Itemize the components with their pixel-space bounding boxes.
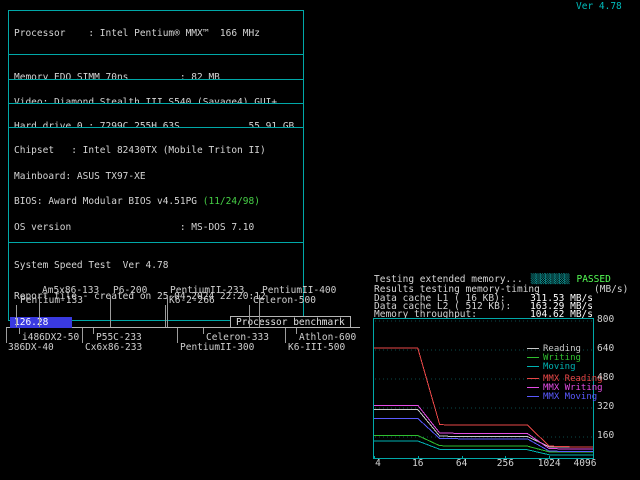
x-axis-label: 1024	[538, 460, 561, 469]
benchmark-cpu-label: P6-200	[113, 287, 147, 296]
benchmark-score: 126.28	[10, 317, 72, 328]
benchmark-tick	[177, 328, 178, 343]
y-axis-label: 480	[597, 374, 614, 383]
bios-date: (11/24/98)	[203, 196, 260, 207]
benchmark-tick	[16, 305, 17, 327]
x-axis-tick	[593, 456, 594, 459]
legend-label: Moving	[543, 362, 576, 372]
benchmark-tick	[296, 328, 297, 334]
bios-text: BIOS: Award Modular BIOS v4.51PG	[14, 196, 203, 207]
os-version-line: OS version : MS-DOS 7.10	[14, 224, 298, 233]
series-line-mmx-writing	[374, 405, 593, 449]
y-axis-label: 320	[597, 403, 614, 412]
legend-swatch	[527, 348, 539, 349]
benchmark-tick	[167, 295, 168, 327]
report-title: System Speed Test Ver 4.78	[14, 262, 298, 271]
system-info-box: Chipset : Intel 82430TX (Mobile Triton I…	[8, 127, 304, 252]
legend-swatch	[527, 357, 539, 358]
legend-row: Moving	[527, 363, 603, 372]
benchmark-tick	[82, 328, 83, 343]
chipset-line: Chipset : Intel 82430TX (Mobile Triton I…	[14, 147, 298, 156]
x-axis-tick	[505, 456, 506, 459]
series-line-moving	[374, 441, 593, 455]
x-axis-label: 64	[456, 460, 467, 469]
benchmark-tick	[93, 328, 94, 334]
bios-line: BIOS: Award Modular BIOS v4.51PG (11/24/…	[14, 198, 298, 207]
benchmark-tick	[110, 295, 111, 327]
benchmark-tick	[165, 305, 166, 327]
benchmark-tick	[203, 328, 204, 334]
x-axis-tick	[462, 456, 463, 459]
benchmark-cpu-label: 386DX-40	[8, 344, 54, 353]
y-axis-unit-label: (MB/s)	[594, 286, 628, 295]
x-axis-label: 16	[412, 460, 423, 469]
benchmark-tick	[259, 295, 260, 327]
x-axis-label: 4	[375, 460, 381, 469]
y-axis-label: 160	[597, 432, 614, 441]
legend-swatch	[527, 378, 539, 379]
legend-label: MMX Moving	[543, 392, 597, 402]
mainboard-line: Mainboard: ASUS TX97-XE	[14, 173, 298, 182]
benchmark-cpu-label: Cx6x86-233	[85, 344, 142, 353]
legend-swatch	[527, 366, 539, 367]
x-axis-tick	[418, 456, 419, 459]
x-axis-tick	[549, 456, 550, 459]
benchmark-tick	[6, 328, 7, 343]
x-axis-tick	[374, 456, 375, 459]
benchmark-tick	[39, 295, 40, 327]
series-line-reading	[374, 410, 593, 448]
legend-swatch	[527, 396, 539, 397]
benchmark-cpu-label: Celeron-500	[253, 297, 316, 306]
x-axis-label: 4096	[574, 460, 597, 469]
graph-legend: ReadingWritingMovingMMX ReadingMMX Writi…	[527, 345, 603, 402]
benchmark-cpu-label: Pentium-133	[20, 297, 83, 306]
version-label: Ver 4.78	[576, 3, 622, 12]
benchmark-tick	[19, 328, 20, 334]
benchmark-tick	[285, 328, 286, 343]
benchmark-tick	[249, 305, 250, 327]
y-axis-label: 640	[597, 345, 614, 354]
benchmark-cpu-label: K6-III-500	[288, 344, 345, 353]
y-axis-label: 800	[597, 316, 614, 325]
speedsys-screen: Ver 4.78 Processor : Intel Pentium® MMX™…	[0, 0, 640, 480]
benchmark-cpu-label: K6-2-266	[169, 297, 215, 306]
x-axis-label: 256	[497, 460, 514, 469]
legend-swatch	[527, 387, 539, 388]
legend-row: MMX Moving	[527, 393, 603, 402]
cpu-info-line: Processor : Intel Pentium® MMX™ 166 MHz	[14, 30, 298, 39]
benchmark-cpu-label: PentiumII-300	[180, 344, 254, 353]
